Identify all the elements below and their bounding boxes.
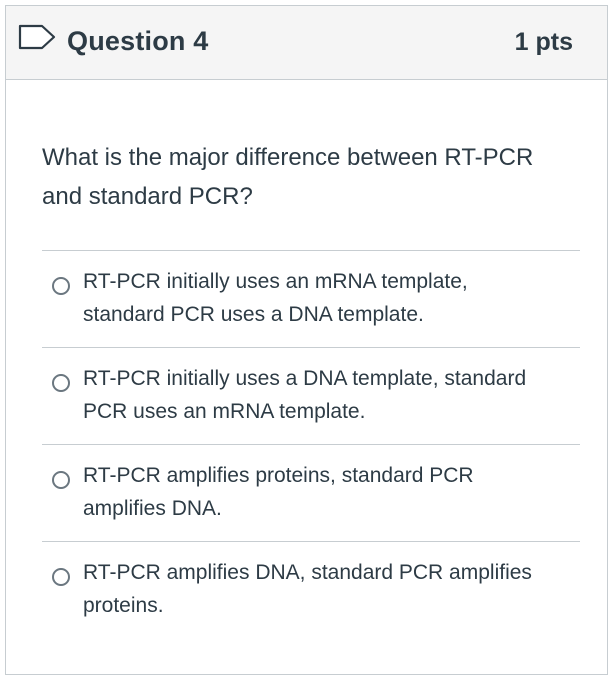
answer-list: RT-PCR initially uses an mRNA template, … bbox=[42, 250, 580, 638]
answer-option-4[interactable]: RT-PCR amplifies DNA, standard PCR ampli… bbox=[42, 541, 580, 638]
answer-option-1[interactable]: RT-PCR initially uses an mRNA template, … bbox=[42, 250, 580, 347]
question-title: Question 4 bbox=[67, 26, 209, 56]
question-text: What is the major difference between RT-… bbox=[42, 144, 534, 210]
answer-label: RT-PCR initially uses a DNA template, st… bbox=[83, 367, 527, 423]
radio-unselected-icon[interactable] bbox=[52, 471, 70, 489]
question-points: 1 pts bbox=[514, 28, 573, 56]
answer-label: RT-PCR amplifies DNA, standard PCR ampli… bbox=[83, 561, 532, 617]
answer-label: RT-PCR initially uses an mRNA template, … bbox=[83, 270, 468, 326]
question-header: Question 4 1 pts bbox=[6, 6, 607, 80]
radio-unselected-icon[interactable] bbox=[52, 277, 70, 295]
radio-unselected-icon[interactable] bbox=[52, 568, 70, 586]
question-card: Question 4 1 pts What is the major diffe… bbox=[5, 5, 608, 675]
answer-label: RT-PCR amplifies proteins, standard PCR … bbox=[83, 464, 474, 520]
answer-option-2[interactable]: RT-PCR initially uses a DNA template, st… bbox=[42, 347, 580, 444]
answer-option-3[interactable]: RT-PCR amplifies proteins, standard PCR … bbox=[42, 444, 580, 541]
radio-unselected-icon[interactable] bbox=[52, 374, 70, 392]
flag-question-icon[interactable] bbox=[18, 24, 58, 50]
